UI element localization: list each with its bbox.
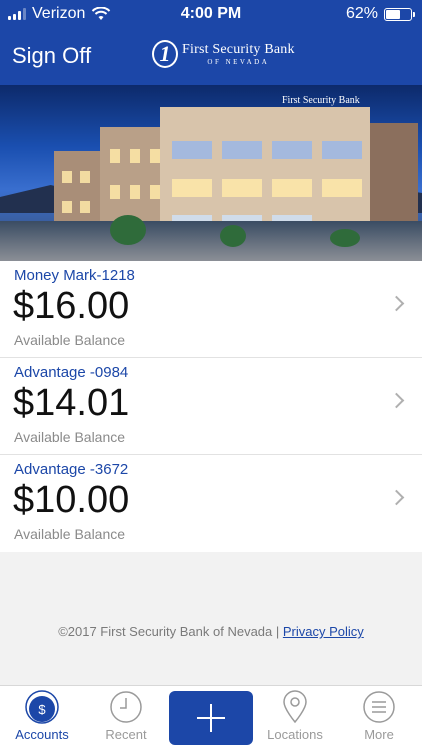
account-balance: $16.00 [13,285,130,327]
copyright-text: ©2017 First Security Bank of Nevada | [58,624,280,639]
account-row[interactable]: Advantage -0984 $14.01 Available Balance [0,358,422,455]
battery-fill [386,9,400,19]
tree [220,225,246,247]
map-pin-icon [283,690,307,724]
account-name: Advantage -3672 [14,461,129,478]
tab-label: Accounts [15,727,69,742]
battery-icon [384,7,415,21]
tab-label: Recent [105,727,147,742]
tab-label: More [364,727,394,742]
account-row[interactable]: Money Mark-1218 $16.00 Available Balance [0,261,422,358]
tab-accounts[interactable]: $ Accounts [0,686,84,750]
accounts-list: Money Mark-1218 $16.00 Available Balance… [0,261,422,552]
tree [330,229,360,247]
account-balance: $10.00 [13,479,130,521]
account-name: Advantage -0984 [14,364,129,381]
chevron-right-icon [388,392,405,409]
clock-icon [110,691,142,723]
balance-label: Available Balance [14,429,126,445]
dollar-circle-icon: $ [25,690,59,724]
account-row[interactable]: Advantage -3672 $10.00 Available Balance [0,455,422,552]
menu-icon [363,691,395,723]
chevron-right-icon [388,295,405,312]
account-balance: $14.01 [13,382,130,424]
balance-label: Available Balance [14,332,126,348]
tree [110,215,146,245]
tab-label: Locations [267,727,323,742]
plus-icon[interactable] [169,691,253,745]
building-sign: First Security Bank [282,95,360,106]
tab-locations[interactable]: Locations [253,686,337,750]
balance-label: Available Balance [14,526,126,542]
privacy-policy-link[interactable]: Privacy Policy [283,624,364,639]
battery-percent: 62% [345,5,378,22]
sign-off-button[interactable]: Sign Off [12,43,91,69]
chevron-right-icon [388,489,405,506]
account-name: Money Mark-1218 [14,267,135,284]
logo-mark-icon: 1 [152,40,178,68]
footer: ©2017 First Security Bank of Nevada | Pr… [0,624,422,639]
status-bar: Verizon 4:00 PM 62% [0,0,422,30]
bank-logo: 1 First Security Bank OF NEVADA [152,40,295,68]
logo-text: First Security Bank OF NEVADA [182,41,295,66]
logo-line2: OF NEVADA [207,57,270,66]
battery-group: 62% [345,5,415,23]
tab-more[interactable]: More [337,686,421,750]
svg-text:$: $ [38,702,46,717]
tab-bar: $ Accounts Recent Locations More [0,685,422,750]
nav-bar: Sign Off 1 First Security Bank OF NEVADA [0,30,422,85]
logo-line1: First Security Bank [182,41,295,57]
branch-photo: First Security Bank [0,85,422,261]
tab-recent[interactable]: Recent [84,686,168,750]
